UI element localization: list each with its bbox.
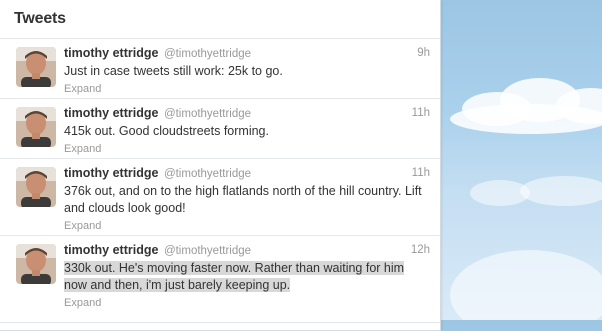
- tweet-text: 376k out, and on to the high flatlands n…: [64, 184, 422, 215]
- selected-text: 330k out. He's moving faster now. Rather…: [64, 261, 405, 292]
- tweet-item[interactable]: timothy ettridge @timothyettridge 9h Jus…: [0, 39, 440, 99]
- tweets-timeline: Tweets timothy ettridge @timothyettridge…: [0, 0, 441, 331]
- expand-link[interactable]: Expand: [64, 82, 430, 96]
- tweet-fullname[interactable]: timothy ettridge: [64, 106, 158, 120]
- expand-link[interactable]: Expand: [64, 142, 430, 156]
- tweet-fullname[interactable]: timothy ettridge: [64, 243, 158, 257]
- tweet-timestamp[interactable]: 12h: [411, 242, 430, 259]
- avatar[interactable]: [16, 167, 56, 207]
- timeline-title: Tweets: [14, 10, 66, 27]
- tweet-text: 415k out. Good cloudstreets forming.: [64, 124, 269, 138]
- avatar[interactable]: [16, 244, 56, 284]
- timeline-header: Tweets: [0, 0, 440, 39]
- tweet-timestamp[interactable]: 11h: [412, 105, 430, 122]
- avatar[interactable]: [16, 107, 56, 147]
- tweet-item[interactable]: timothy ettridge @timothyettridge 11h 41…: [0, 99, 440, 159]
- expand-link[interactable]: Expand: [64, 296, 430, 310]
- tweet-item[interactable]: timothy ettridge @timothyettridge 12h 33…: [0, 236, 440, 323]
- tweet-fullname[interactable]: timothy ettridge: [64, 46, 158, 60]
- tweet-fullname[interactable]: timothy ettridge: [64, 166, 158, 180]
- tweet-handle[interactable]: @timothyettridge: [164, 108, 251, 120]
- tweet-handle[interactable]: @timothyettridge: [164, 168, 251, 180]
- tweet-text-selected: 330k out. He's moving faster now. Rather…: [64, 260, 430, 294]
- expand-link[interactable]: Expand: [64, 219, 430, 233]
- tweet-timestamp[interactable]: 11h: [412, 165, 430, 182]
- tweet-timestamp[interactable]: 9h: [417, 45, 430, 62]
- tweet-handle[interactable]: @timothyettridge: [164, 245, 251, 257]
- avatar[interactable]: [16, 47, 56, 87]
- tweet-handle[interactable]: @timothyettridge: [164, 48, 251, 60]
- tweet-text: Just in case tweets still work: 25k to g…: [64, 64, 283, 78]
- tweet-item[interactable]: timothy ettridge @timothyettridge 11h 37…: [0, 159, 440, 236]
